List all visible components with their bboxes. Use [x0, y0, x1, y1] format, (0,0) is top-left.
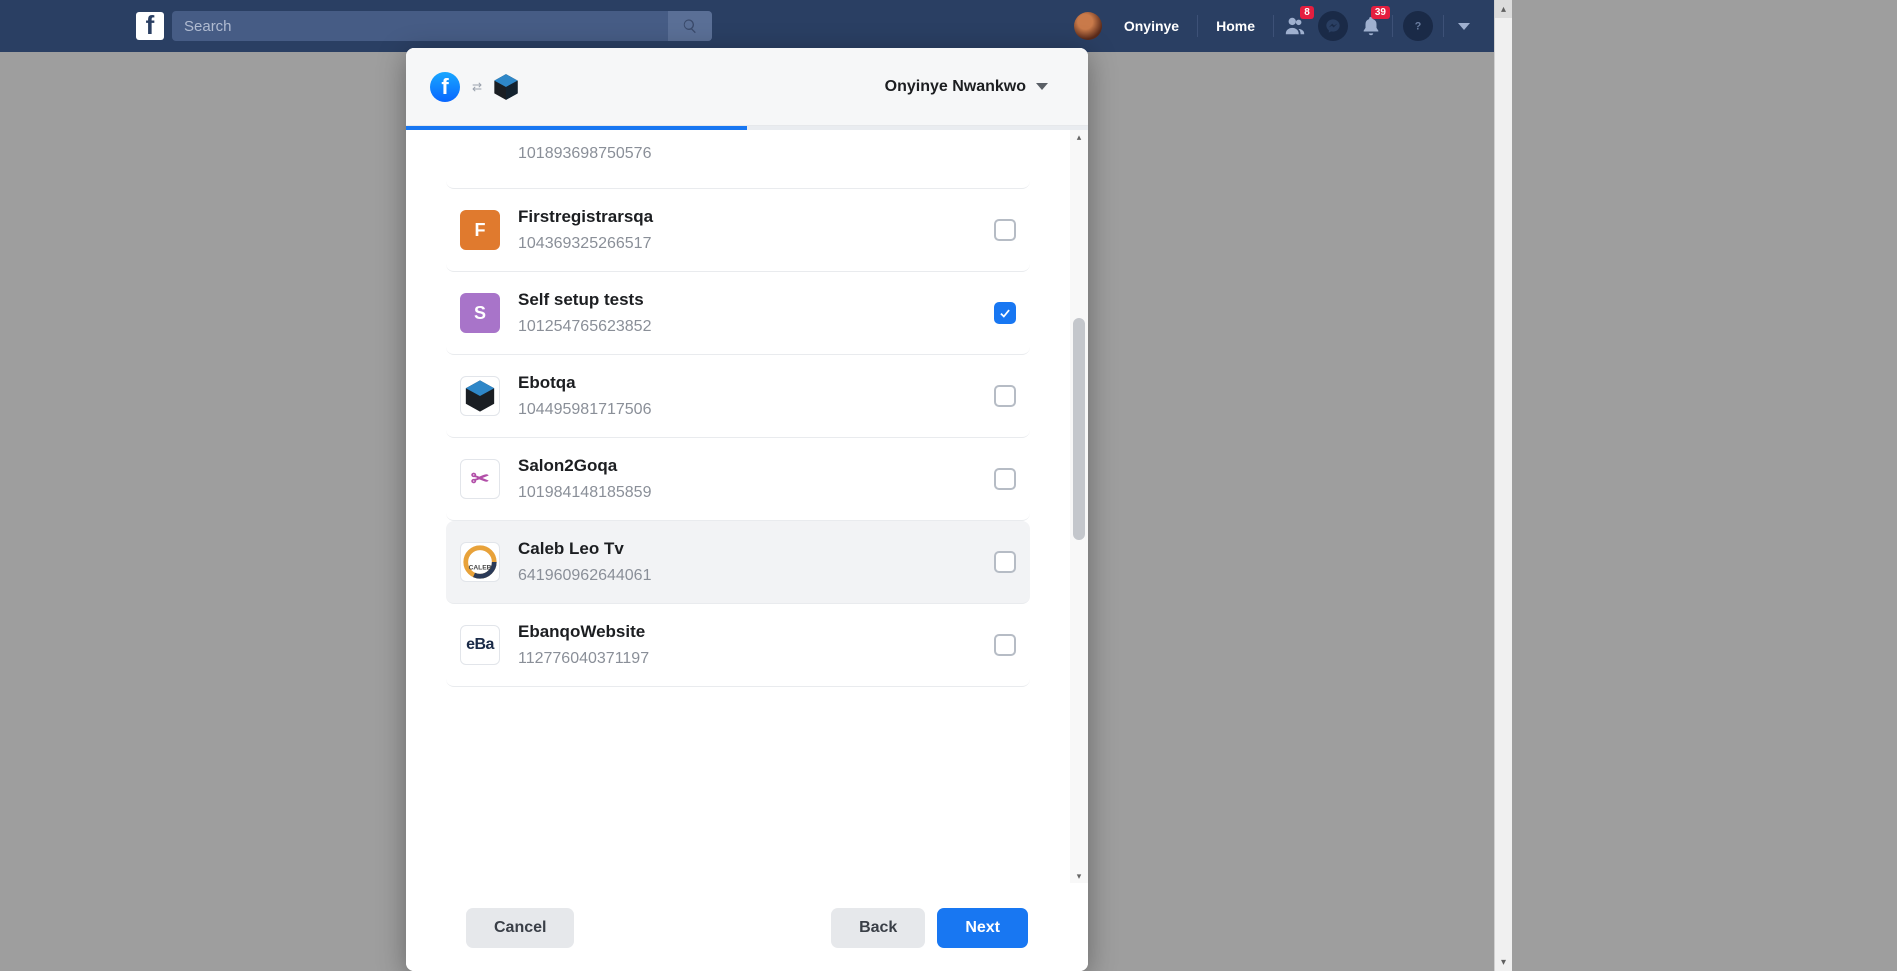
- cancel-button[interactable]: Cancel: [466, 908, 574, 948]
- page-id: 101893698750576: [518, 145, 994, 163]
- page-id: 641960962644061: [518, 567, 994, 585]
- friend-requests-button[interactable]: 8: [1278, 0, 1312, 52]
- messenger-button[interactable]: [1318, 11, 1348, 41]
- page-checkbox[interactable]: [994, 219, 1016, 241]
- page-thumbnail: CALEB: [460, 542, 500, 582]
- page-id: 112776040371197: [518, 650, 994, 668]
- page-name: EbanqoWebsite: [518, 622, 994, 642]
- page-thumbnail: ✂: [460, 459, 500, 499]
- scroll-down-icon[interactable]: ▾: [1070, 869, 1088, 883]
- page-row[interactable]: ✂ Salon2Goqa 101984148185859: [446, 438, 1030, 521]
- search-button[interactable]: [668, 11, 712, 41]
- caret-down-icon: [1036, 83, 1048, 90]
- page-name: Ebotqa: [518, 373, 994, 393]
- svg-text:CALEB: CALEB: [469, 565, 492, 572]
- page-thumbnail: S: [460, 293, 500, 333]
- next-button[interactable]: Next: [937, 908, 1028, 948]
- divider: [1392, 15, 1393, 37]
- divider: [1273, 15, 1274, 37]
- facebook-logo-icon[interactable]: f: [136, 12, 164, 40]
- dialog-user-menu[interactable]: Onyinye Nwankwo: [885, 78, 1048, 96]
- page-name: Caleb Leo Tv: [518, 539, 994, 559]
- page-thumbnail: [460, 376, 500, 416]
- top-right-nav: Onyinye Home 8 39 ?: [1074, 0, 1480, 52]
- page-id: 101254765623852: [518, 318, 994, 336]
- page-checkbox[interactable]: [994, 302, 1016, 324]
- notifications-button[interactable]: 39: [1354, 0, 1388, 52]
- page-checkbox[interactable]: [994, 385, 1016, 407]
- page-list[interactable]: 101893698750576 F Firstregistrarsqa 1043…: [406, 130, 1070, 883]
- browser-scrollbar[interactable]: ▴ ▾: [1494, 0, 1512, 971]
- page-checkbox[interactable]: [994, 551, 1016, 573]
- dialog-scrollbar[interactable]: ▴ ▾: [1070, 130, 1088, 883]
- page-row[interactable]: S Self setup tests 101254765623852: [446, 272, 1030, 355]
- profile-avatar[interactable]: [1074, 12, 1102, 40]
- facebook-circle-icon: f: [430, 72, 460, 102]
- search-wrap: [172, 11, 712, 41]
- back-button[interactable]: Back: [831, 908, 925, 948]
- question-icon: ?: [1410, 18, 1426, 34]
- page-row[interactable]: CALEB Caleb Leo Tv 641960962644061: [446, 521, 1030, 604]
- search-input[interactable]: [172, 18, 668, 35]
- search-icon: [682, 18, 698, 34]
- app-logo-icon: [491, 72, 521, 102]
- page-row[interactable]: eBa EbanqoWebsite 112776040371197: [446, 604, 1030, 687]
- page-thumbnail: F: [460, 210, 500, 250]
- top-nav: f Onyinye Home 8 39 ?: [0, 0, 1494, 52]
- page-checkbox[interactable]: [994, 634, 1016, 656]
- link-arrows-icon: ⇄: [472, 80, 479, 94]
- dialog-body: 101893698750576 F Firstregistrarsqa 1043…: [406, 130, 1088, 883]
- profile-link[interactable]: Onyinye: [1110, 0, 1193, 52]
- page-name: Self setup tests: [518, 290, 994, 310]
- dialog-header: f ⇄ Onyinye Nwankwo: [406, 48, 1088, 126]
- scroll-down-icon[interactable]: ▾: [1495, 953, 1512, 971]
- page-row[interactable]: F Firstregistrarsqa 104369325266517: [446, 189, 1030, 272]
- page-row-partial[interactable]: 101893698750576: [446, 130, 1030, 189]
- scroll-up-icon[interactable]: ▴: [1495, 0, 1512, 18]
- page-id: 104495981717506: [518, 401, 994, 419]
- divider: [1443, 15, 1444, 37]
- messenger-icon: [1325, 18, 1341, 34]
- account-menu-caret-icon[interactable]: [1458, 23, 1470, 30]
- divider: [1197, 15, 1198, 37]
- page-row[interactable]: Ebotqa 104495981717506: [446, 355, 1030, 438]
- page-name: Salon2Goqa: [518, 456, 994, 476]
- home-link[interactable]: Home: [1202, 0, 1269, 52]
- friends-badge: 8: [1300, 6, 1314, 19]
- dialog-footer: Cancel Back Next: [406, 883, 1088, 971]
- scroll-up-icon[interactable]: ▴: [1070, 130, 1088, 144]
- svg-text:?: ?: [1415, 20, 1422, 32]
- notifications-badge: 39: [1371, 6, 1390, 19]
- page-selection-dialog: f ⇄ Onyinye Nwankwo 101893698750576 F Fi…: [406, 48, 1088, 971]
- page-checkbox[interactable]: [994, 468, 1016, 490]
- page-id: 101984148185859: [518, 484, 994, 502]
- scrollbar-thumb[interactable]: [1073, 318, 1085, 540]
- page-name: Firstregistrarsqa: [518, 207, 994, 227]
- page-id: 104369325266517: [518, 235, 994, 253]
- page-thumbnail: eBa: [460, 625, 500, 665]
- dialog-user-name: Onyinye Nwankwo: [885, 78, 1026, 96]
- help-button[interactable]: ?: [1403, 11, 1433, 41]
